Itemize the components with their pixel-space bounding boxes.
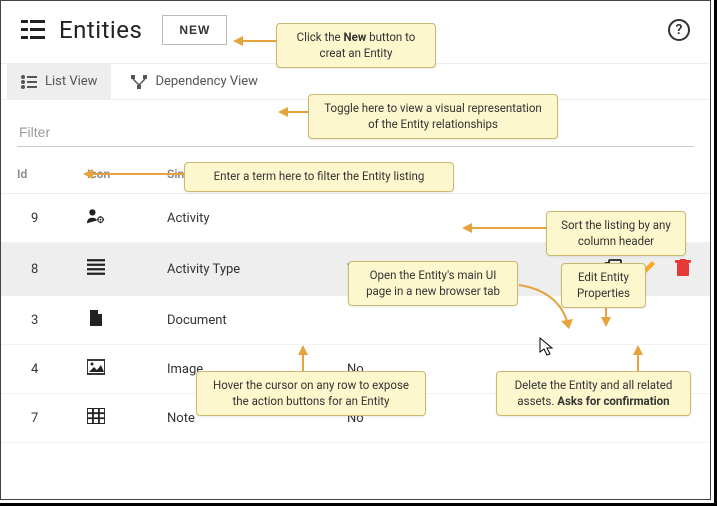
cell-icon: [71, 345, 151, 394]
tab-dependency-view[interactable]: Dependency View: [117, 64, 271, 99]
cell-icon: [71, 394, 151, 443]
cell-icon: [71, 296, 151, 345]
cell-name: Activity: [151, 194, 331, 243]
cell-icon: [71, 194, 151, 243]
cell-icon: [71, 243, 151, 296]
person-gear-icon: [87, 208, 105, 224]
callout-new: Click the New button to creat an Entity: [276, 23, 436, 68]
arrow-icon: [83, 167, 185, 181]
branch-icon: [131, 75, 147, 89]
callout-toggle: Toggle here to view a visual representat…: [308, 94, 558, 139]
menu-icon[interactable]: [21, 20, 45, 40]
callout-sort: Sort the listing by any column header: [546, 211, 686, 256]
cell-id: 4: [1, 345, 71, 394]
document-icon: [87, 310, 105, 326]
lines-icon: [87, 259, 105, 275]
new-button[interactable]: NEW: [162, 15, 227, 45]
cursor-icon: [539, 337, 555, 357]
callout-open: Open the Entity's main UI page in a new …: [348, 261, 518, 306]
cell-id: 9: [1, 194, 71, 243]
tab-list-label: List View: [45, 74, 97, 89]
help-icon[interactable]: ?: [668, 19, 690, 41]
arrow-icon: [296, 345, 310, 373]
cell-name: Activity Type: [151, 243, 331, 296]
cell-display: [331, 194, 576, 243]
cell-id: 8: [1, 243, 71, 296]
arrow-icon: [233, 33, 278, 49]
callout-filter: Enter a term here to filter the Entity l…: [184, 162, 454, 192]
cell-id: 3: [1, 296, 71, 345]
trash-icon: [675, 259, 691, 277]
list-icon: [21, 75, 37, 89]
image-icon: [87, 359, 105, 375]
callout-hover: Hover the cursor on any row to expose th…: [196, 371, 426, 416]
cell-id: 7: [1, 394, 71, 443]
arrow-icon: [278, 105, 310, 119]
tab-list-view[interactable]: List View: [7, 64, 111, 99]
callout-delete: Delete the Entity and all related assets…: [496, 371, 691, 416]
tab-dependency-label: Dependency View: [155, 74, 257, 89]
arrow-icon: [631, 345, 645, 373]
grid-icon: [87, 408, 105, 424]
delete-button[interactable]: [672, 257, 694, 279]
col-actions: [576, 155, 710, 194]
col-id[interactable]: Id: [1, 155, 71, 194]
cell-name: Document: [151, 296, 331, 345]
page-title: Entities: [59, 16, 142, 44]
callout-edit: Edit Entity Properties: [561, 263, 646, 308]
arrow-icon: [462, 221, 547, 235]
